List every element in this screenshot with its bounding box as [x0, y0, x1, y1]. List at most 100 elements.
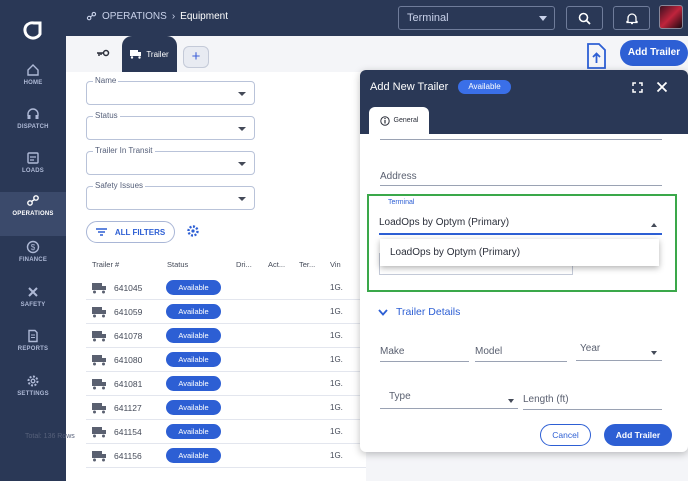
field-underline	[380, 139, 662, 140]
table-row[interactable]: 641080 Available 1G.	[86, 348, 366, 372]
notifications-button[interactable]	[613, 6, 650, 30]
column-header[interactable]: Trailer #	[92, 260, 119, 269]
sidebar-item-operations[interactable]: OPERATIONS	[0, 192, 66, 236]
type-select[interactable]: Type	[389, 391, 411, 402]
column-header[interactable]: Act...	[268, 260, 285, 269]
vin-cell: 1G.	[330, 331, 343, 340]
tab-general[interactable]: General	[369, 107, 429, 134]
trailer-number: 641127	[114, 403, 142, 413]
tab-trailer[interactable]: Trailer	[122, 36, 177, 72]
chevron-down-icon	[508, 399, 514, 403]
trailer-icon	[92, 379, 106, 390]
address-underline	[380, 185, 662, 186]
table-row[interactable]: 641081 Available 1G.	[86, 372, 366, 396]
table-row[interactable]: 641078 Available 1G.	[86, 324, 366, 348]
tab-general-label: General	[393, 117, 419, 124]
tab-trailer-label: Trailer	[146, 49, 169, 59]
cancel-button[interactable]: Cancel	[540, 424, 591, 446]
gear-icon[interactable]	[186, 224, 200, 238]
status-filter-label: Status	[93, 111, 120, 120]
table-row[interactable]: 641154 Available 1G.	[86, 420, 366, 444]
section-title: Trailer Details	[396, 306, 461, 318]
trailer-number: 641156	[114, 451, 142, 461]
table-row[interactable]: 641045 Available 1G.	[86, 276, 366, 300]
trailer-number: 641059	[114, 307, 143, 317]
sidebar-item-label: REPORTS	[17, 346, 49, 352]
table-row[interactable]: 641059 Available 1G.	[86, 300, 366, 324]
report-icon	[28, 329, 38, 343]
sidebar-item-dispatch[interactable]: DISPATCH	[0, 105, 66, 149]
sidebar-item-home[interactable]: HOME	[0, 61, 66, 105]
sidebar-item-label: FINANCE	[18, 257, 48, 263]
headset-icon	[27, 108, 39, 119]
trailer-icon	[130, 49, 142, 59]
sidebar-item-settings[interactable]: SETTINGS	[0, 372, 66, 416]
upload-file-icon[interactable]	[585, 43, 607, 69]
safety-issues-filter[interactable]: Safety Issues	[86, 181, 255, 210]
all-filters-button[interactable]: ALL FILTERS	[86, 221, 175, 243]
column-header[interactable]: Vin	[330, 260, 341, 269]
top-bar: OPERATIONS › Equipment Terminal	[66, 0, 688, 36]
chevron-down-icon	[651, 351, 657, 355]
sidebar-item-safety[interactable]: SAFETY	[0, 283, 66, 327]
sidebar-item-label: SAFETY	[20, 302, 46, 308]
address-field[interactable]: Address	[380, 171, 417, 182]
in-transit-filter[interactable]: Trailer In Transit	[86, 146, 255, 175]
vin-cell: 1G.	[330, 451, 343, 460]
add-tab-button[interactable]: +	[183, 46, 209, 68]
panel-title: Add New Trailer	[370, 81, 449, 93]
status-filter[interactable]: Status	[86, 111, 255, 140]
column-header[interactable]: Ter...	[299, 260, 315, 269]
trailer-icon	[92, 307, 106, 318]
terminal-dropdown-option[interactable]: LoadOps by Optym (Primary)	[380, 239, 659, 266]
panel-header: Add New Trailer Available General	[360, 70, 688, 134]
add-trailer-button[interactable]: Add Trailer	[620, 40, 688, 66]
sidebar-item-label: DISPATCH	[17, 124, 49, 130]
sidebar-item-loads[interactable]: LOADS	[0, 149, 66, 193]
trailer-details-toggle[interactable]: Trailer Details	[378, 306, 460, 318]
column-header[interactable]: Dri...	[236, 260, 252, 269]
trailer-list-panel: Name Status Trailer In Transit Safety Is…	[66, 72, 366, 481]
terminal-select[interactable]: Terminal	[398, 6, 555, 30]
bell-icon	[626, 13, 638, 25]
table-row[interactable]: 641156 Available 1G.	[86, 444, 366, 468]
dollar-icon: $	[26, 240, 40, 254]
length-field[interactable]: Length (ft)	[523, 394, 569, 405]
vin-cell: 1G.	[330, 355, 343, 364]
length-underline	[523, 409, 662, 410]
trailer-icon	[92, 403, 106, 414]
tab-key-view[interactable]	[66, 36, 122, 72]
close-icon[interactable]	[656, 81, 668, 93]
vin-cell: 1G.	[330, 427, 343, 436]
avatar[interactable]	[659, 5, 683, 29]
view-tabs: Trailer + Add Trailer	[66, 36, 688, 72]
status-badge: Available	[166, 400, 221, 415]
sidebar-item-reports[interactable]: REPORTS	[0, 327, 66, 371]
search-icon	[578, 12, 591, 25]
make-field[interactable]: Make	[380, 346, 404, 357]
app-logo[interactable]	[22, 20, 44, 42]
year-select[interactable]: Year	[580, 343, 600, 354]
sidebar-item-label: HOME	[23, 80, 43, 86]
trailer-icon	[92, 331, 106, 342]
column-header[interactable]: Status	[167, 260, 188, 269]
year-underline	[576, 360, 662, 361]
search-button[interactable]	[566, 6, 603, 30]
breadcrumb-section[interactable]: OPERATIONS	[102, 11, 167, 22]
vin-cell: 1G.	[330, 307, 343, 316]
sidebar-item-finance[interactable]: $ FINANCE	[0, 238, 66, 282]
name-filter[interactable]: Name	[86, 76, 255, 105]
expand-icon[interactable]	[632, 82, 643, 93]
breadcrumb: OPERATIONS › Equipment	[86, 11, 228, 22]
gear-icon	[27, 375, 39, 387]
add-trailer-submit-button[interactable]: Add Trailer	[604, 424, 672, 446]
sidebar-item-label: SETTINGS	[17, 391, 49, 397]
trailer-number: 641045	[114, 283, 143, 293]
terminal-select[interactable]: LoadOps by Optym (Primary)	[379, 217, 509, 228]
trailer-icon	[92, 283, 106, 294]
model-field[interactable]: Model	[475, 346, 502, 357]
trailer-icon	[92, 427, 106, 438]
vin-cell: 1G.	[330, 283, 343, 292]
table-row[interactable]: 641127 Available 1G.	[86, 396, 366, 420]
safety-issues-filter-label: Safety Issues	[93, 181, 146, 190]
